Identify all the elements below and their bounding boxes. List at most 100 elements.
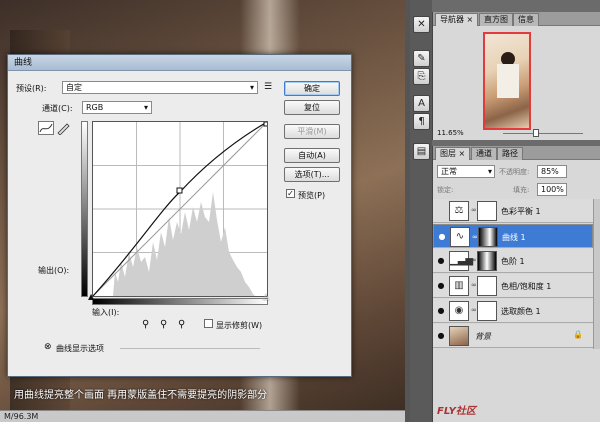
black-eyedropper-icon[interactable]: ⚲ [142, 319, 149, 330]
layers-list: ⚖ ∞ 色彩平衡 1 ● ∿ ∞ 曲线 1 ● ▁▃▅ ∞ 色阶 1 ● ▥ ∞… [433, 199, 600, 405]
balance-icon: ⚖ [449, 201, 469, 221]
show-clipping-checkbox[interactable] [204, 319, 213, 329]
preset-menu-icon[interactable]: ☰ [264, 82, 272, 92]
layers-tabs: 图层 × 通道 路径 [433, 146, 600, 160]
watermark-logo: FLY社区 [437, 406, 476, 417]
brush-icon[interactable]: ✎ [413, 50, 430, 67]
selective-color-icon: ◉ [449, 301, 469, 321]
layer-name: 背景 [475, 332, 491, 341]
gray-eyedropper-icon[interactable]: ⚲ [160, 319, 167, 330]
tab-label: 直方图 [484, 15, 508, 24]
eye-icon[interactable]: ● [436, 306, 446, 316]
link-icon: ∞ [471, 281, 477, 289]
curve-endpoint[interactable] [263, 121, 269, 127]
channel-value: RGB [86, 103, 104, 112]
link-icon: ∞ [471, 206, 477, 214]
input-gradient [92, 298, 268, 305]
divider [120, 348, 260, 349]
layer-mask[interactable] [477, 301, 497, 321]
type-icon[interactable]: A [413, 95, 430, 112]
expand-icon[interactable]: ⊗ [44, 342, 52, 352]
lock-label: 锁定: [437, 186, 454, 194]
zoom-slider[interactable] [503, 133, 583, 134]
tab-histogram[interactable]: 直方图 [479, 13, 513, 26]
tab-label: 路径 [502, 149, 518, 158]
link-icon: ∞ [471, 256, 477, 264]
pencil-tool[interactable] [56, 121, 70, 136]
white-eyedropper-icon[interactable]: ⚲ [178, 319, 185, 330]
preset-select[interactable]: 自定 ▾ [62, 81, 258, 94]
opacity-field[interactable]: 85% [537, 165, 567, 178]
layer-name: 色彩平衡 1 [501, 207, 541, 216]
zoom-level[interactable]: 11.65% [437, 129, 464, 137]
tab-channels[interactable]: 通道 [471, 147, 497, 160]
layer-mask[interactable] [477, 276, 497, 296]
reset-button[interactable]: 复位 [284, 100, 340, 115]
tab-layers[interactable]: 图层 × [435, 147, 471, 160]
ok-button[interactable]: 确定 [284, 81, 340, 96]
layer-mask[interactable] [477, 251, 497, 271]
layer-mask[interactable] [477, 201, 497, 221]
layer-row[interactable]: ● ▁▃▅ ∞ 色阶 1 [433, 249, 593, 273]
curves-icon: ∿ [450, 227, 470, 247]
tab-label: 导航器 [440, 15, 464, 24]
black-point-slider[interactable]: ▲ [88, 292, 94, 301]
thumbnail-figure-body [497, 64, 519, 98]
preset-label: 预设(R): [16, 84, 47, 93]
smooth-button[interactable]: 平滑(M) [284, 124, 340, 139]
visibility-toggle-off[interactable] [436, 206, 446, 216]
eye-icon[interactable]: ● [437, 232, 447, 242]
lock-icon: 🔒 [573, 330, 583, 339]
tool-icon[interactable]: ✕ [413, 16, 430, 33]
tab-navigator[interactable]: 导航器 × [435, 13, 479, 26]
opacity-value: 85% [541, 167, 559, 176]
eye-icon[interactable]: ● [436, 256, 446, 266]
show-clipping-label: 显示修剪(W) [216, 321, 263, 330]
fill-field[interactable]: 100% [537, 183, 567, 196]
zoom-slider-thumb[interactable] [533, 129, 539, 137]
tab-label: 图层 [440, 149, 456, 158]
blend-mode-select[interactable]: 正常 ▾ [437, 165, 495, 178]
options-button[interactable]: 选项(T)... [284, 167, 340, 182]
preview-checkbox[interactable]: ✓ [286, 189, 295, 199]
auto-button[interactable]: 自动(A) [284, 148, 340, 163]
curve-graph[interactable] [92, 121, 269, 297]
fill-label: 填充: [513, 186, 530, 194]
layer-name: 曲线 1 [502, 233, 526, 242]
status-bar: M/96.3M [0, 410, 405, 422]
link-icon: ∞ [471, 306, 477, 314]
eye-icon[interactable]: ● [436, 331, 446, 341]
layer-row-selected[interactable]: ● ∿ ∞ 曲线 1 [433, 224, 593, 248]
output-label: 输出(O): [38, 266, 70, 275]
chevron-down-icon: ▾ [143, 103, 148, 112]
layers-scrollbar[interactable] [593, 199, 600, 349]
tab-info[interactable]: 信息 [513, 13, 539, 26]
curve-control-point[interactable] [176, 187, 183, 194]
tutorial-caption: 用曲线提亮整个画面 再用蒙版盖住不需要提亮的阴影部分 [14, 390, 268, 401]
stamp-icon[interactable]: ⎘ [413, 68, 430, 85]
navigator-panel: 导航器 × 直方图 信息 11.65% [432, 12, 600, 140]
eye-icon[interactable]: ● [436, 281, 446, 291]
checkbox-box [204, 319, 213, 328]
blend-mode-value: 正常 [441, 167, 457, 176]
chevron-down-icon: ▾ [249, 83, 254, 92]
dialog-title[interactable]: 曲线 [8, 55, 351, 71]
channel-select[interactable]: RGB ▾ [82, 101, 152, 114]
paragraph-icon[interactable]: ¶ [413, 113, 430, 130]
output-gradient [81, 121, 88, 297]
layer-row[interactable]: ● ◉ ∞ 选取颜色 1 [433, 299, 593, 323]
histogram [113, 192, 255, 296]
layer-row-background[interactable]: ● 背景 🔒 [433, 324, 593, 348]
layers-dock-icon[interactable]: ▤ [413, 143, 430, 160]
curve-display-options-label[interactable]: 曲线显示选项 [56, 343, 104, 354]
layer-row[interactable]: ⚖ ∞ 色彩平衡 1 [433, 199, 593, 223]
tab-paths[interactable]: 路径 [497, 147, 523, 160]
layer-row[interactable]: ● ▥ ∞ 色相/饱和度 1 [433, 274, 593, 298]
curve-icon [39, 123, 53, 133]
curve-point-tool[interactable] [38, 121, 54, 135]
layer-mask[interactable] [478, 227, 498, 247]
white-point-slider[interactable]: △ [263, 292, 269, 301]
pencil-icon [57, 123, 70, 136]
layer-name: 色阶 1 [501, 257, 525, 266]
navigator-thumbnail[interactable] [483, 32, 531, 130]
